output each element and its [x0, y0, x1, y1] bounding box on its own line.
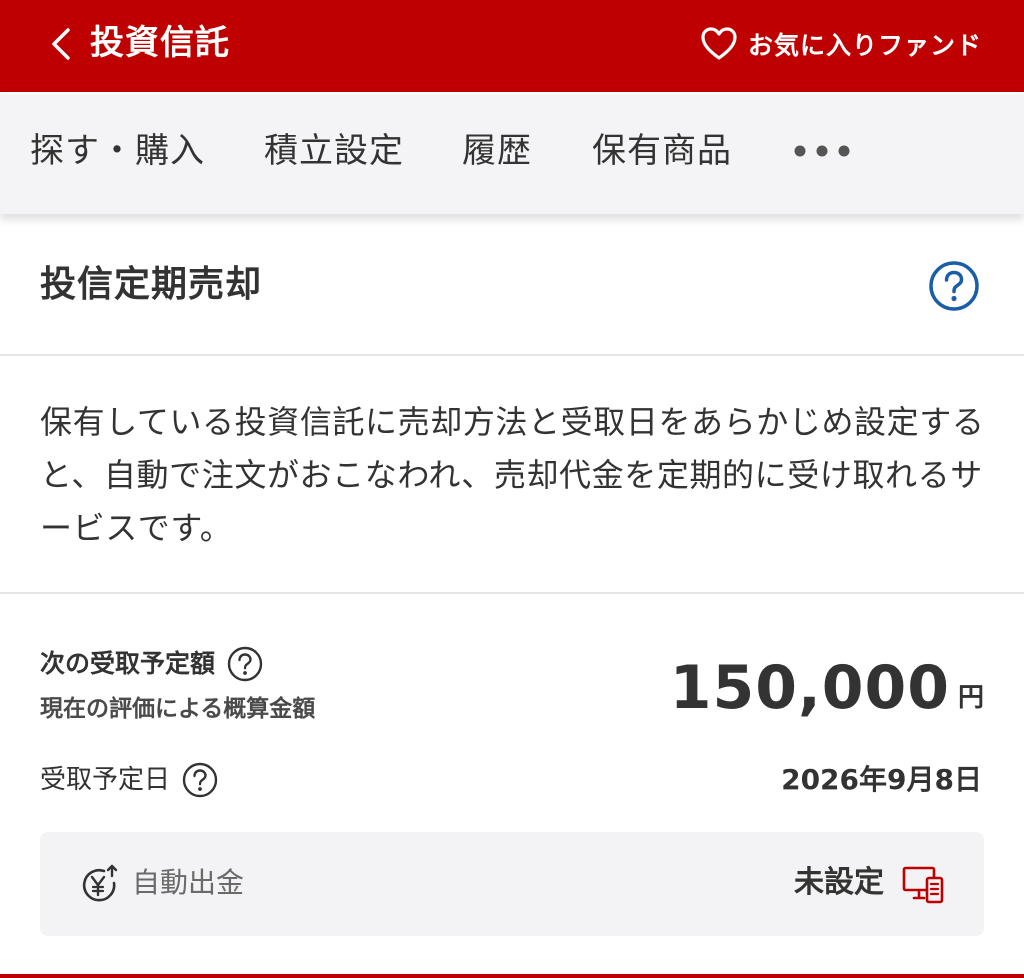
divider [0, 354, 1024, 356]
section-title: 投信定期売却 [40, 264, 263, 305]
page-title: 投資信託 [90, 23, 230, 63]
auto-withdrawal-label: 自動出金 [132, 866, 245, 899]
scheduled-date-label: 受取予定日 [40, 765, 171, 795]
pc-smartphone-icon [902, 866, 944, 904]
auto-withdrawal-panel[interactable]: 自動出金 未設定 [40, 832, 984, 936]
tab-holdings[interactable]: 保有商品 [592, 128, 732, 174]
scheduled-date-label-row: 受取予定日 [40, 760, 218, 800]
estimated-amount-note: 現在の評価による概算金額 [40, 696, 316, 722]
scheduled-date-value: 2026年9月8日 [781, 763, 982, 796]
yen-coin-icon [82, 864, 118, 902]
heart-icon [701, 27, 737, 60]
more-horizontal-icon[interactable] [792, 142, 852, 160]
bottom-accent-line [0, 974, 1024, 978]
tab-history[interactable]: 履歴 [462, 128, 532, 174]
next-amount-value: 150,000 [669, 653, 950, 723]
service-description: 保有している投資信託に売却方法と受取日をあらかじめ設定すると、自動で注文がおこな… [40, 403, 985, 547]
tab-accumulation-settings[interactable]: 積立設定 [264, 128, 404, 174]
chevron-left-icon[interactable] [44, 26, 78, 62]
help-circle-icon[interactable] [928, 260, 980, 312]
help-circle-icon[interactable] [182, 762, 218, 798]
help-circle-icon[interactable] [227, 646, 263, 682]
next-amount-label: 次の受取予定額 [40, 649, 216, 678]
divider [0, 592, 1024, 594]
currency-unit: 円 [957, 683, 984, 713]
favorite-funds-button[interactable]: お気に入りファンド [700, 22, 982, 66]
app-header: 投資信託 お気に入りファンド [0, 0, 1024, 92]
auto-withdrawal-status: 未設定 [794, 865, 884, 900]
tab-search-purchase[interactable]: 探す・購入 [30, 128, 205, 174]
favorite-funds-label: お気に入りファンド [747, 31, 982, 60]
tab-bar: 探す・購入 積立設定 履歴 保有商品 [0, 94, 1024, 214]
next-amount-label-row: 次の受取予定額 [40, 644, 263, 684]
